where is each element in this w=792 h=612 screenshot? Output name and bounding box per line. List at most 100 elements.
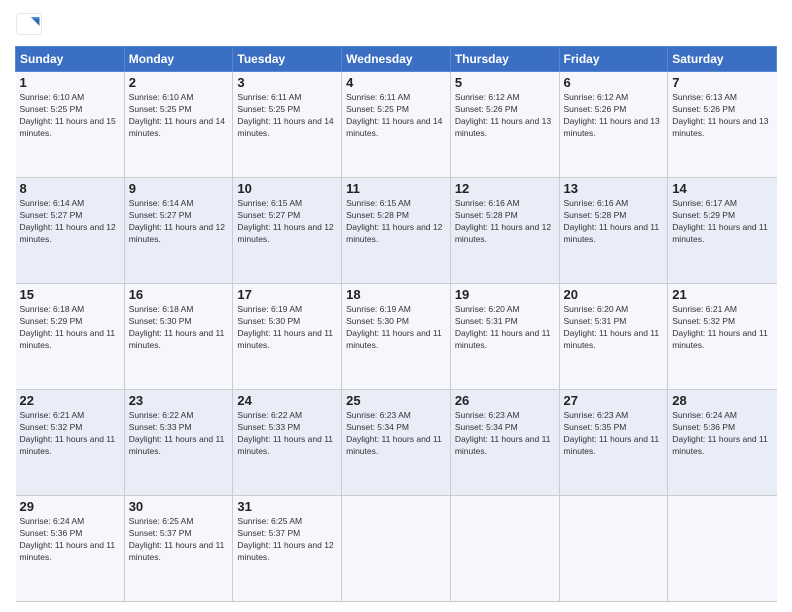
day-number: 24: [237, 393, 337, 408]
day-number: 8: [20, 181, 120, 196]
day-detail: Sunrise: 6:22 AMSunset: 5:33 PMDaylight:…: [237, 410, 337, 458]
day-detail: Sunrise: 6:25 AMSunset: 5:37 PMDaylight:…: [237, 516, 337, 564]
day-detail: Sunrise: 6:19 AMSunset: 5:30 PMDaylight:…: [346, 304, 446, 352]
day-detail: Sunrise: 6:21 AMSunset: 5:32 PMDaylight:…: [20, 410, 120, 458]
day-detail: Sunrise: 6:15 AMSunset: 5:28 PMDaylight:…: [346, 198, 446, 246]
day-number: 14: [672, 181, 772, 196]
day-detail: Sunrise: 6:19 AMSunset: 5:30 PMDaylight:…: [237, 304, 337, 352]
calendar-cell: [559, 496, 668, 602]
header: [15, 10, 777, 38]
day-number: 1: [20, 75, 120, 90]
calendar-cell: [342, 496, 451, 602]
day-number: 2: [129, 75, 229, 90]
day-detail: Sunrise: 6:20 AMSunset: 5:31 PMDaylight:…: [564, 304, 664, 352]
calendar-cell: 1 Sunrise: 6:10 AMSunset: 5:25 PMDaylight…: [16, 72, 125, 178]
calendar-cell: 2 Sunrise: 6:10 AMSunset: 5:25 PMDaylight…: [124, 72, 233, 178]
day-number: 17: [237, 287, 337, 302]
day-number: 30: [129, 499, 229, 514]
calendar-week-row: 1 Sunrise: 6:10 AMSunset: 5:25 PMDaylight…: [16, 72, 777, 178]
calendar-cell: 12Sunrise: 6:16 AMSunset: 5:28 PMDayligh…: [450, 178, 559, 284]
calendar-cell: 18 Sunrise: 6:19 AMSunset: 5:30 PMDayligh…: [342, 284, 451, 390]
day-number: 19: [455, 287, 555, 302]
calendar-cell: 4 Sunrise: 6:11 AMSunset: 5:25 PMDaylight…: [342, 72, 451, 178]
calendar-cell: 19 Sunrise: 6:20 AMSunset: 5:31 PMDayligh…: [450, 284, 559, 390]
day-detail: Sunrise: 6:24 AMSunset: 5:36 PMDaylight:…: [672, 410, 772, 458]
calendar-body: 1 Sunrise: 6:10 AMSunset: 5:25 PMDaylight…: [16, 72, 777, 602]
weekday-header: Sunday: [16, 47, 125, 72]
day-detail: Sunrise: 6:11 AMSunset: 5:25 PMDaylight:…: [346, 92, 446, 140]
page: SundayMondayTuesdayWednesdayThursdayFrid…: [0, 0, 792, 612]
calendar-week-row: 29Sunrise: 6:24 AMSunset: 5:36 PMDayligh…: [16, 496, 777, 602]
calendar-cell: 14 Sunrise: 6:17 AMSunset: 5:29 PMDayligh…: [668, 178, 777, 284]
day-number: 20: [564, 287, 664, 302]
day-detail: Sunrise: 6:20 AMSunset: 5:31 PMDaylight:…: [455, 304, 555, 352]
logo: [15, 10, 47, 38]
calendar-cell: 3Sunrise: 6:11 AMSunset: 5:25 PMDaylight…: [233, 72, 342, 178]
day-detail: Sunrise: 6:17 AMSunset: 5:29 PMDaylight:…: [672, 198, 772, 246]
calendar-week-row: 22 Sunrise: 6:21 AMSunset: 5:32 PMDayligh…: [16, 390, 777, 496]
calendar-header: SundayMondayTuesdayWednesdayThursdayFrid…: [16, 47, 777, 72]
day-number: 31: [237, 499, 337, 514]
day-detail: Sunrise: 6:10 AMSunset: 5:25 PMDaylight:…: [20, 92, 120, 140]
day-detail: Sunrise: 6:21 AMSunset: 5:32 PMDaylight:…: [672, 304, 772, 352]
day-number: 9: [129, 181, 229, 196]
calendar-cell: 17 Sunrise: 6:19 AMSunset: 5:30 PMDayligh…: [233, 284, 342, 390]
weekday-header: Friday: [559, 47, 668, 72]
day-detail: Sunrise: 6:10 AMSunset: 5:25 PMDaylight:…: [129, 92, 229, 140]
day-number: 23: [129, 393, 229, 408]
day-detail: Sunrise: 6:15 AMSunset: 5:27 PMDaylight:…: [237, 198, 337, 246]
calendar-cell: 16 Sunrise: 6:18 AMSunset: 5:30 PMDayligh…: [124, 284, 233, 390]
calendar-cell: 15 Sunrise: 6:18 AMSunset: 5:29 PMDayligh…: [16, 284, 125, 390]
day-detail: Sunrise: 6:16 AMSunset: 5:28 PMDaylight:…: [564, 198, 664, 246]
calendar-cell: 28 Sunrise: 6:24 AMSunset: 5:36 PMDayligh…: [668, 390, 777, 496]
day-number: 13: [564, 181, 664, 196]
day-number: 15: [20, 287, 120, 302]
day-number: 21: [672, 287, 772, 302]
weekday-header: Thursday: [450, 47, 559, 72]
logo-icon: [15, 10, 43, 38]
day-detail: Sunrise: 6:22 AMSunset: 5:33 PMDaylight:…: [129, 410, 229, 458]
calendar-cell: 21 Sunrise: 6:21 AMSunset: 5:32 PMDayligh…: [668, 284, 777, 390]
day-detail: Sunrise: 6:14 AMSunset: 5:27 PMDaylight:…: [129, 198, 229, 246]
weekday-header: Wednesday: [342, 47, 451, 72]
calendar-week-row: 15 Sunrise: 6:18 AMSunset: 5:29 PMDayligh…: [16, 284, 777, 390]
weekday-header: Monday: [124, 47, 233, 72]
day-detail: Sunrise: 6:24 AMSunset: 5:36 PMDaylight:…: [20, 516, 120, 564]
day-number: 16: [129, 287, 229, 302]
day-number: 6: [564, 75, 664, 90]
calendar-cell: 22 Sunrise: 6:21 AMSunset: 5:32 PMDayligh…: [16, 390, 125, 496]
day-detail: Sunrise: 6:23 AMSunset: 5:34 PMDaylight:…: [455, 410, 555, 458]
day-detail: Sunrise: 6:14 AMSunset: 5:27 PMDaylight:…: [20, 198, 120, 246]
calendar-cell: 27 Sunrise: 6:23 AMSunset: 5:35 PMDayligh…: [559, 390, 668, 496]
calendar-cell: 20 Sunrise: 6:20 AMSunset: 5:31 PMDayligh…: [559, 284, 668, 390]
day-number: 18: [346, 287, 446, 302]
calendar-cell: 23 Sunrise: 6:22 AMSunset: 5:33 PMDayligh…: [124, 390, 233, 496]
day-detail: Sunrise: 6:18 AMSunset: 5:29 PMDaylight:…: [20, 304, 120, 352]
calendar-cell: 8 Sunrise: 6:14 AMSunset: 5:27 PMDaylight…: [16, 178, 125, 284]
weekday-header: Saturday: [668, 47, 777, 72]
calendar-cell: 31 Sunrise: 6:25 AMSunset: 5:37 PMDayligh…: [233, 496, 342, 602]
day-number: 12: [455, 181, 555, 196]
day-detail: Sunrise: 6:13 AMSunset: 5:26 PMDaylight:…: [672, 92, 772, 140]
day-number: 22: [20, 393, 120, 408]
calendar-cell: 9 Sunrise: 6:14 AMSunset: 5:27 PMDaylight…: [124, 178, 233, 284]
calendar-cell: 30 Sunrise: 6:25 AMSunset: 5:37 PMDayligh…: [124, 496, 233, 602]
calendar-cell: 26Sunrise: 6:23 AMSunset: 5:34 PMDayligh…: [450, 390, 559, 496]
day-number: 27: [564, 393, 664, 408]
day-detail: Sunrise: 6:18 AMSunset: 5:30 PMDaylight:…: [129, 304, 229, 352]
day-number: 4: [346, 75, 446, 90]
day-detail: Sunrise: 6:25 AMSunset: 5:37 PMDaylight:…: [129, 516, 229, 564]
calendar-cell: 5 Sunrise: 6:12 AMSunset: 5:26 PMDaylight…: [450, 72, 559, 178]
day-detail: Sunrise: 6:23 AMSunset: 5:35 PMDaylight:…: [564, 410, 664, 458]
day-number: 25: [346, 393, 446, 408]
calendar-cell: 10Sunrise: 6:15 AMSunset: 5:27 PMDayligh…: [233, 178, 342, 284]
calendar-cell: 29Sunrise: 6:24 AMSunset: 5:36 PMDayligh…: [16, 496, 125, 602]
day-number: 5: [455, 75, 555, 90]
day-detail: Sunrise: 6:12 AMSunset: 5:26 PMDaylight:…: [455, 92, 555, 140]
calendar-cell: 13 Sunrise: 6:16 AMSunset: 5:28 PMDayligh…: [559, 178, 668, 284]
day-detail: Sunrise: 6:11 AMSunset: 5:25 PMDaylight:…: [237, 92, 337, 140]
calendar-cell: 11Sunrise: 6:15 AMSunset: 5:28 PMDayligh…: [342, 178, 451, 284]
day-number: 28: [672, 393, 772, 408]
calendar-table: SundayMondayTuesdayWednesdayThursdayFrid…: [15, 46, 777, 602]
header-row: SundayMondayTuesdayWednesdayThursdayFrid…: [16, 47, 777, 72]
